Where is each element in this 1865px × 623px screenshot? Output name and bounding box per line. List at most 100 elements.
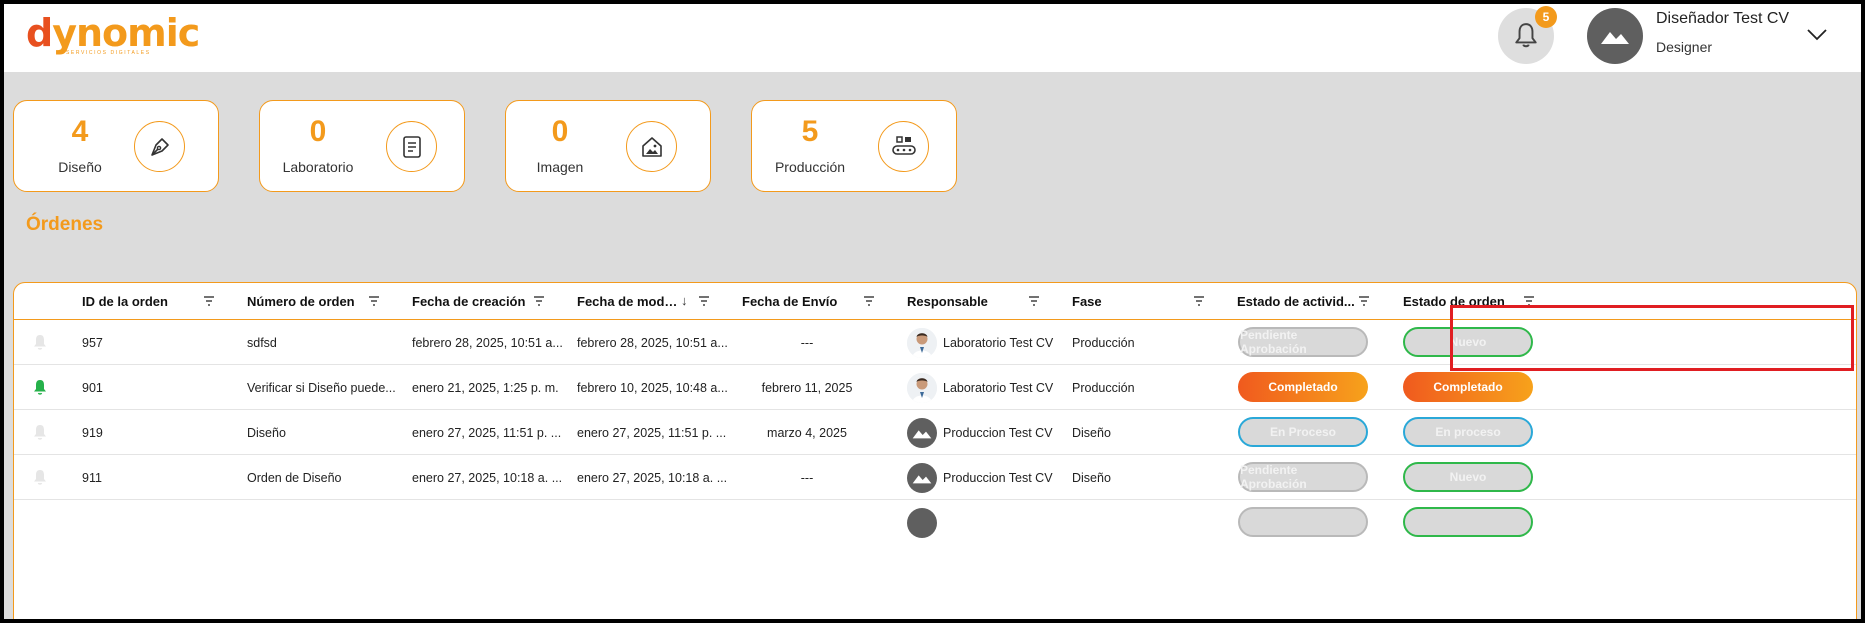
order-id: 919: [82, 425, 103, 440]
activity-status-badge[interactable]: En Proceso: [1238, 417, 1368, 447]
user-menu-toggle[interactable]: [1804, 22, 1830, 48]
order-number: Diseño: [247, 425, 286, 440]
orders-title: Órdenes: [26, 214, 104, 235]
phase: Producción: [1072, 335, 1135, 350]
order-id: 957: [82, 335, 103, 350]
created-date: febrero 28, 2025, 10:51 a...: [412, 335, 562, 350]
column-header-number[interactable]: Número de orden: [247, 283, 365, 320]
filter-icon[interactable]: [368, 295, 380, 307]
order-number: sdfsd: [247, 335, 277, 350]
order-id: 911: [82, 470, 102, 485]
modified-date: enero 27, 2025, 10:18 a. ...: [577, 470, 727, 485]
document-icon[interactable]: [386, 121, 437, 172]
order-status-badge[interactable]: Nuevo: [1403, 462, 1533, 492]
created-date: enero 27, 2025, 11:51 p. ...: [412, 425, 562, 440]
responsible: Produccion Test CV: [907, 455, 1067, 500]
avatar: [907, 507, 937, 538]
column-header-modified[interactable]: Fecha de modific...: [577, 283, 681, 320]
order-status-badge[interactable]: Completado: [1403, 372, 1533, 402]
mountain-image-icon: [1601, 32, 1629, 44]
brand-name: dynomic: [26, 11, 200, 55]
machine-icon[interactable]: [878, 121, 929, 172]
sort-desc-icon[interactable]: ↓: [681, 293, 688, 308]
column-header-phase[interactable]: Fase: [1072, 283, 1190, 320]
filter-icon[interactable]: [1028, 295, 1040, 307]
stat-card-diseno[interactable]: 4 Diseño: [13, 100, 219, 192]
stat-value: 0: [309, 115, 327, 148]
table-row[interactable]: [14, 500, 1856, 545]
modified-date: febrero 28, 2025, 10:51 a...: [577, 335, 727, 350]
pen-nib-icon[interactable]: [134, 121, 185, 172]
stat-card-imagen[interactable]: 0 Imagen: [505, 100, 711, 192]
bell-icon: [1515, 23, 1537, 48]
stat-value: 4: [71, 115, 89, 148]
top-bar: dynomic SERVICIOS DIGITALES 5 Diseñador …: [4, 4, 1861, 72]
column-header-order-status[interactable]: Estado de orden: [1403, 283, 1521, 320]
user-avatar[interactable]: [1587, 8, 1643, 64]
responsible-name: Laboratorio Test CV: [943, 335, 1054, 350]
stat-value: 5: [801, 115, 819, 148]
bell-icon[interactable]: [32, 424, 48, 440]
column-header-created[interactable]: Fecha de creación: [412, 283, 530, 320]
activity-status-badge[interactable]: [1238, 507, 1368, 537]
sent-date: febrero 11, 2025: [761, 380, 853, 395]
modified-date: enero 27, 2025, 11:51 p. ...: [577, 425, 727, 440]
notification-badge: 5: [1535, 6, 1557, 28]
table-row[interactable]: 901 Verificar si Diseño puede... enero 2…: [14, 365, 1856, 410]
bell-icon[interactable]: [32, 469, 48, 485]
stat-value: 0: [551, 115, 569, 148]
order-status-badge[interactable]: Nuevo: [1403, 327, 1533, 357]
table-row[interactable]: 911 Orden de Diseño enero 27, 2025, 10:1…: [14, 455, 1856, 500]
order-id: 901: [82, 380, 103, 395]
sent-date: ---: [800, 470, 814, 485]
created-date: enero 27, 2025, 10:18 a. ...: [412, 470, 562, 485]
modified-date: febrero 10, 2025, 10:48 a...: [577, 380, 727, 395]
responsible-name: Laboratorio Test CV: [943, 380, 1054, 395]
phase: Producción: [1072, 380, 1135, 395]
avatar: [907, 417, 937, 448]
order-status-badge[interactable]: En proceso: [1403, 417, 1533, 447]
sent-date: ---: [800, 335, 814, 350]
sent-date: marzo 4, 2025: [767, 425, 847, 440]
avatar: [907, 327, 937, 358]
filter-icon[interactable]: [1193, 295, 1205, 307]
responsible-name: Produccion Test CV: [943, 425, 1053, 440]
column-header-id[interactable]: ID de la orden: [82, 283, 200, 320]
chevron-down-icon: [1807, 29, 1827, 41]
filter-icon[interactable]: [203, 295, 215, 307]
orders-table: ID de la orden Número de orden Fecha de …: [13, 282, 1857, 619]
stat-label: Imagen: [536, 159, 584, 175]
activity-status-badge[interactable]: Pendiente Aprobación: [1238, 462, 1368, 492]
avatar: [907, 462, 937, 493]
user-role: Designer: [1656, 39, 1713, 55]
table-row[interactable]: 919 Diseño enero 27, 2025, 11:51 p. ... …: [14, 410, 1856, 455]
activity-status-badge[interactable]: Pendiente Aprobación: [1238, 327, 1368, 357]
filter-icon[interactable]: [863, 295, 875, 307]
order-number: Orden de Diseño: [247, 470, 342, 485]
responsible: [907, 500, 1067, 545]
created-date: enero 21, 2025, 1:25 p. m.: [412, 380, 559, 395]
stat-card-laboratorio[interactable]: 0 Laboratorio: [259, 100, 465, 192]
app-frame: dynomic SERVICIOS DIGITALES 5 Diseñador …: [4, 4, 1861, 619]
stat-card-produccion[interactable]: 5 Producción: [751, 100, 957, 192]
responsible: Laboratorio Test CV: [907, 320, 1067, 365]
brand-logo[interactable]: dynomic SERVICIOS DIGITALES: [26, 11, 200, 62]
user-name: Diseñador Test CV: [1656, 10, 1790, 27]
activity-status-badge[interactable]: Completado: [1238, 372, 1368, 402]
table-row[interactable]: 957 sdfsd febrero 28, 2025, 10:51 a... f…: [14, 320, 1856, 365]
responsible: Laboratorio Test CV: [907, 365, 1067, 410]
table-header: ID de la orden Número de orden Fecha de …: [14, 283, 1856, 320]
filter-icon[interactable]: [533, 295, 545, 307]
column-header-responsible[interactable]: Responsable: [907, 283, 1025, 320]
filter-icon[interactable]: [1358, 295, 1370, 307]
stat-label: Producción: [774, 159, 846, 175]
bell-icon[interactable]: [32, 379, 48, 395]
column-header-sent[interactable]: Fecha de Envío: [742, 283, 860, 320]
order-status-badge[interactable]: [1403, 507, 1533, 537]
filter-icon[interactable]: [698, 295, 710, 307]
column-header-activity-status[interactable]: Estado de activid...: [1237, 283, 1355, 320]
bell-icon[interactable]: [32, 334, 48, 350]
order-number: Verificar si Diseño puede...: [247, 380, 396, 395]
home-image-icon[interactable]: [626, 121, 677, 172]
filter-icon[interactable]: [1523, 295, 1535, 307]
